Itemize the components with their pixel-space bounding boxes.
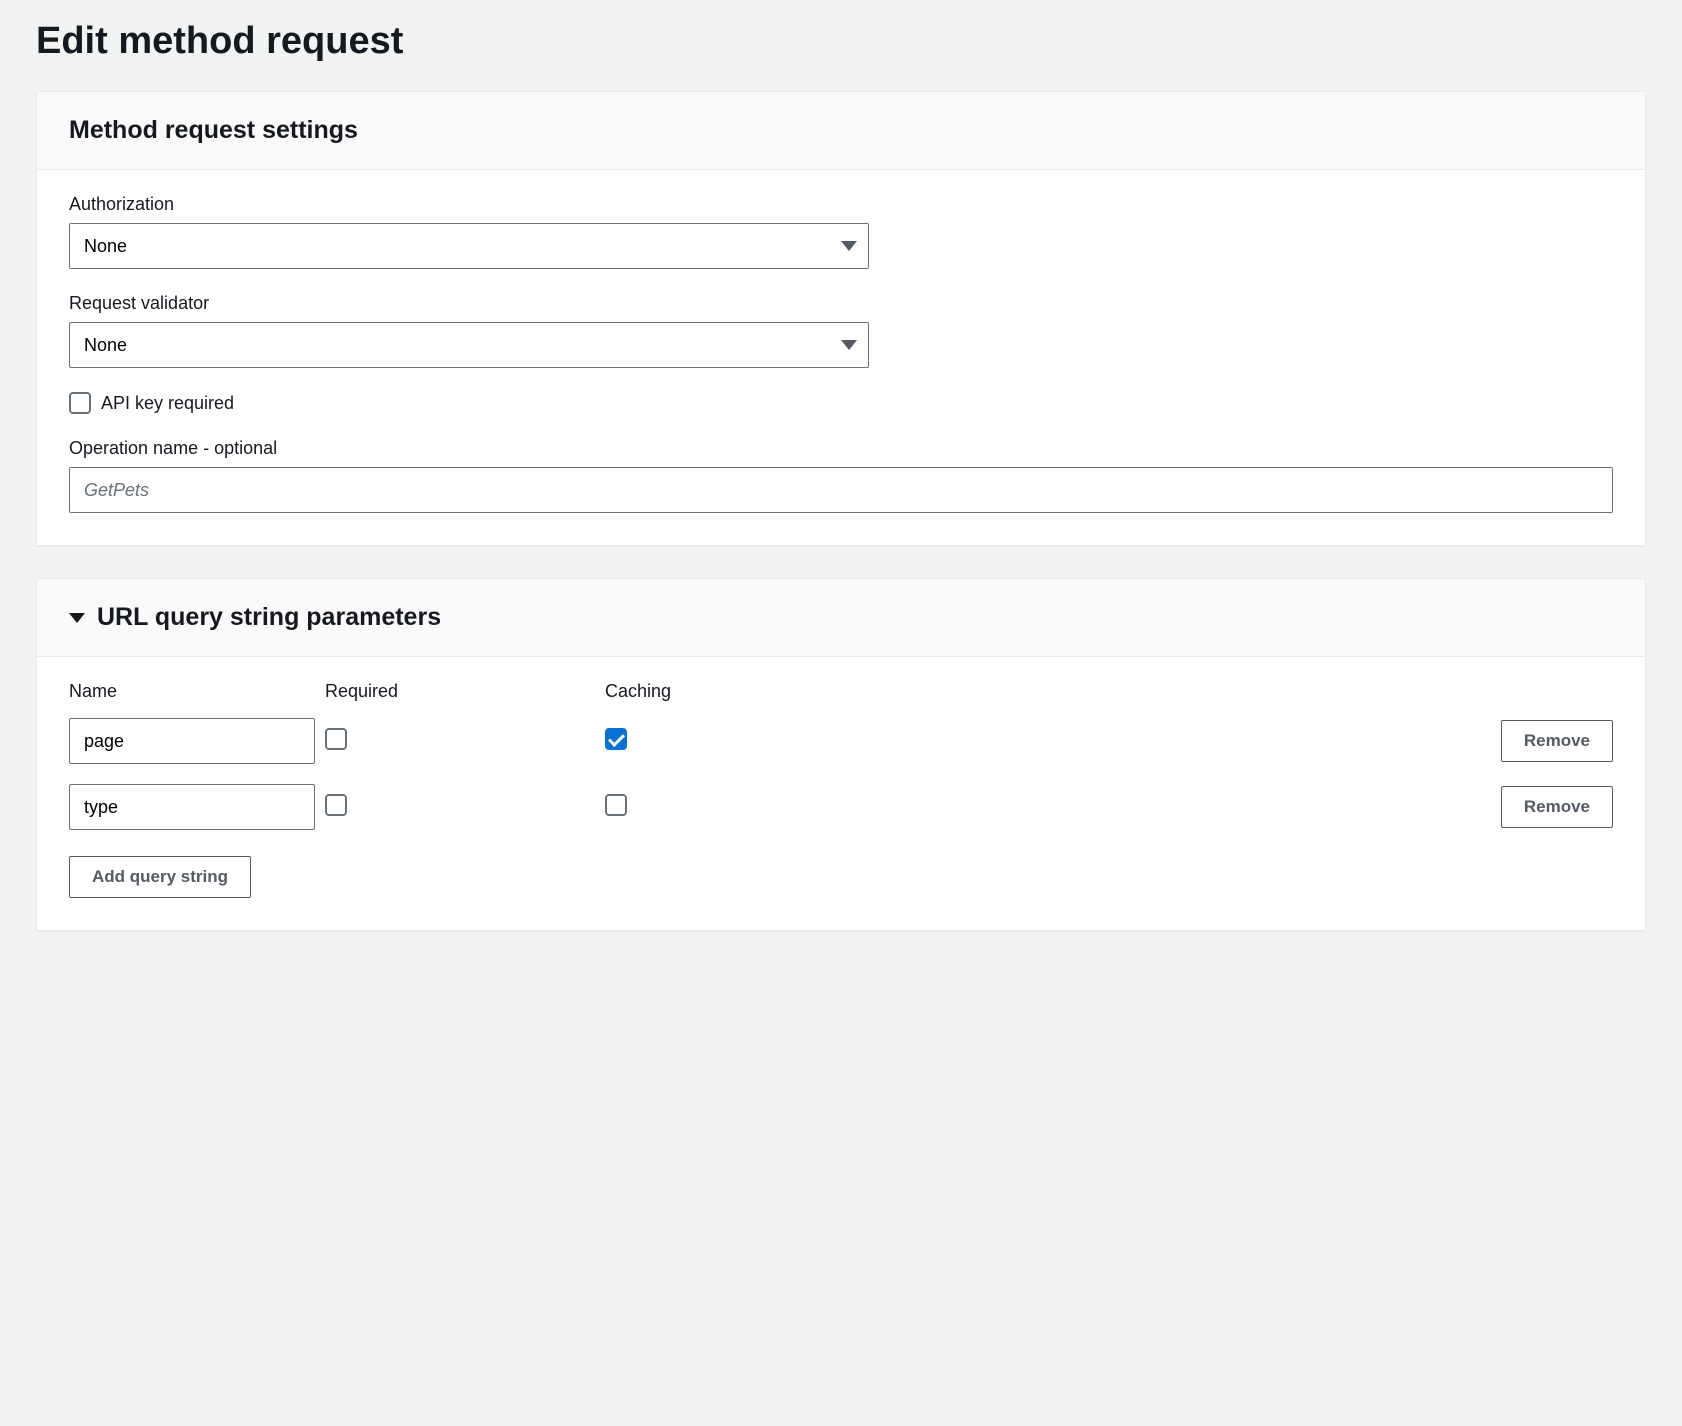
request-validator-group: Request validator None — [69, 293, 1613, 368]
params-table: Name Required Caching Remove Remove Add q… — [69, 681, 1613, 898]
url-query-string-parameters-panel: URL query string parameters Name Require… — [36, 578, 1646, 931]
request-validator-select[interactable]: None — [69, 322, 869, 368]
panel-title: URL query string parameters — [97, 603, 441, 632]
api-key-group: API key required — [69, 392, 1613, 414]
column-header-name: Name — [69, 681, 325, 702]
param-row: Remove — [69, 774, 1613, 840]
authorization-label: Authorization — [69, 194, 1613, 215]
operation-name-label: Operation name - optional — [69, 438, 1613, 459]
page-title: Edit method request — [36, 20, 1646, 63]
panel-body: Name Required Caching Remove Remove Add q… — [37, 657, 1645, 930]
authorization-select[interactable]: None — [69, 223, 869, 269]
request-validator-label: Request validator — [69, 293, 1613, 314]
method-request-settings-panel: Method request settings Authorization No… — [36, 91, 1646, 546]
panel-title: Method request settings — [69, 116, 358, 145]
request-validator-select-wrap: None — [69, 322, 869, 368]
authorization-group: Authorization None — [69, 194, 1613, 269]
param-required-checkbox[interactable] — [325, 794, 347, 816]
api-key-required-checkbox[interactable] — [69, 392, 91, 414]
param-caching-checkbox[interactable] — [605, 728, 627, 750]
column-header-caching: Caching — [605, 681, 1463, 702]
collapse-toggle-icon[interactable] — [69, 613, 85, 623]
remove-button[interactable]: Remove — [1501, 720, 1613, 762]
param-required-checkbox[interactable] — [325, 728, 347, 750]
params-header-row: Name Required Caching — [69, 681, 1613, 708]
add-query-string-button[interactable]: Add query string — [69, 856, 251, 898]
authorization-select-wrap: None — [69, 223, 869, 269]
panel-body: Authorization None Request validator Non… — [37, 170, 1645, 545]
panel-header: Method request settings — [37, 92, 1645, 170]
add-row: Add query string — [69, 840, 1613, 898]
param-name-input[interactable] — [69, 718, 315, 764]
param-row: Remove — [69, 708, 1613, 774]
operation-name-input[interactable] — [69, 467, 1613, 513]
api-key-required-label: API key required — [101, 393, 234, 414]
param-name-input[interactable] — [69, 784, 315, 830]
column-header-required: Required — [325, 681, 605, 702]
panel-header: URL query string parameters — [37, 579, 1645, 657]
operation-name-group: Operation name - optional — [69, 438, 1613, 513]
remove-button[interactable]: Remove — [1501, 786, 1613, 828]
param-caching-checkbox[interactable] — [605, 794, 627, 816]
